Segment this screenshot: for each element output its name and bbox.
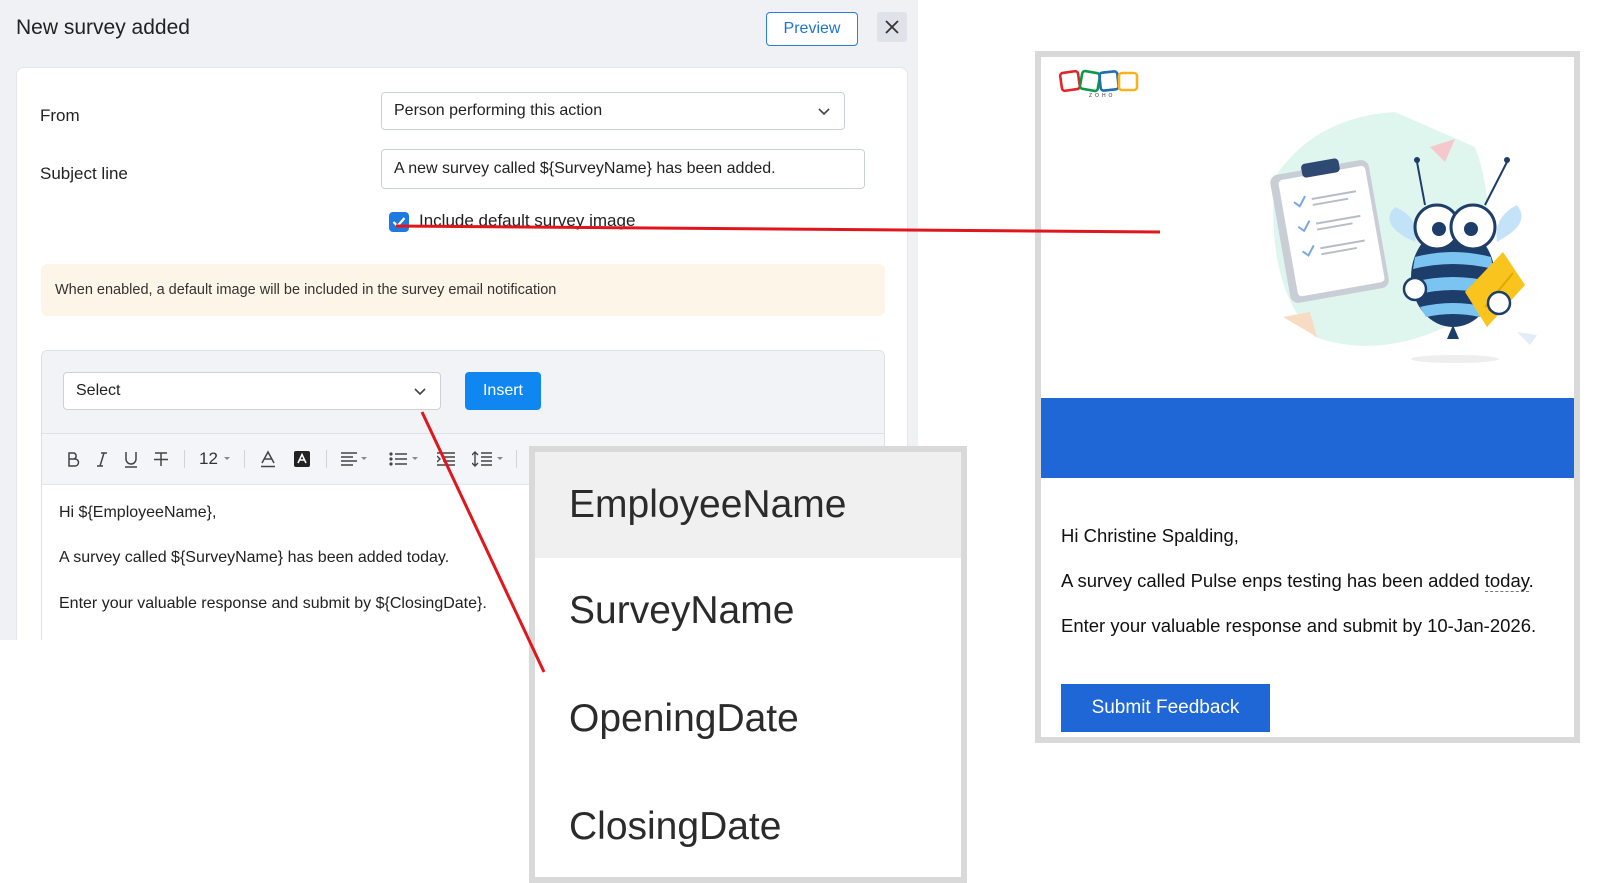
- dialog-title: New survey added: [16, 16, 190, 39]
- survey-illustration: [1270, 112, 1537, 363]
- editor-line-survey[interactable]: A survey called ${SurveyName} has been a…: [59, 549, 449, 567]
- checkmark-icon: [392, 217, 406, 228]
- email-line-today: today: [1484, 570, 1529, 592]
- bold-icon[interactable]: [66, 448, 80, 470]
- font-size-select[interactable]: 12: [199, 448, 232, 470]
- preview-button[interactable]: Preview: [766, 12, 858, 46]
- text-color-icon[interactable]: [260, 448, 276, 470]
- close-icon: [885, 20, 899, 34]
- email-line-deadline: Enter your valuable response and submit …: [1061, 615, 1537, 636]
- include-image-label: Include default survey image: [419, 211, 636, 230]
- subject-input[interactable]: A new survey called ${SurveyName} has be…: [381, 149, 865, 189]
- subject-label: Subject line: [40, 164, 128, 183]
- dropdown-option-surveyname[interactable]: SurveyName: [535, 558, 961, 664]
- chevron-down-icon: [414, 388, 426, 396]
- toolbar-divider: [244, 450, 245, 468]
- placeholder-bar: Select Insert: [42, 351, 884, 434]
- line-height-icon[interactable]: [472, 448, 504, 470]
- from-select[interactable]: Person performing this action: [381, 92, 845, 130]
- dropdown-option-employeename[interactable]: EmployeeName: [535, 452, 961, 558]
- indent-icon[interactable]: [437, 448, 455, 470]
- editor-line-greeting[interactable]: Hi ${EmployeeName},: [59, 504, 216, 522]
- editor-line-closing[interactable]: Enter your valuable response and submit …: [59, 595, 487, 613]
- dropdown-option-closingdate[interactable]: ClosingDate: [535, 774, 961, 880]
- toolbar-divider: [184, 450, 185, 468]
- placeholder-select-value: Select: [76, 382, 121, 399]
- email-greeting: Hi Christine Spalding,: [1061, 525, 1239, 546]
- strikethrough-icon[interactable]: [153, 448, 169, 470]
- email-preview: ZOHO Hi Christine Spalding, A survey cal…: [1035, 51, 1580, 743]
- bullet-list-icon[interactable]: [389, 448, 419, 470]
- close-button[interactable]: [877, 12, 907, 42]
- highlight-color-icon[interactable]: [294, 448, 310, 470]
- font-size-value: 12: [199, 449, 218, 468]
- from-select-value: Person performing this action: [394, 102, 603, 119]
- insert-button[interactable]: Insert: [465, 372, 541, 410]
- toolbar-divider: [516, 450, 517, 468]
- subject-input-value: A new survey called ${SurveyName} has be…: [394, 160, 776, 177]
- email-line-survey-end: .: [1528, 570, 1534, 591]
- placeholder-dropdown-list: EmployeeName SurveyName OpeningDate Clos…: [529, 446, 967, 883]
- underline-icon[interactable]: [124, 448, 138, 470]
- chevron-down-icon: [818, 108, 830, 116]
- include-image-checkbox[interactable]: [389, 212, 409, 232]
- italic-icon[interactable]: [96, 448, 108, 470]
- placeholder-select[interactable]: Select: [63, 372, 441, 410]
- zoho-logo: ZOHO: [1058, 67, 1141, 101]
- email-banner: [1041, 398, 1574, 478]
- from-label: From: [40, 106, 80, 125]
- caret-down-icon: [223, 457, 230, 460]
- dropdown-option-openingdate[interactable]: OpeningDate: [535, 666, 961, 772]
- align-icon[interactable]: [341, 448, 367, 470]
- toolbar-divider: [326, 450, 327, 468]
- zoho-logo-text: ZOHO: [1089, 93, 1116, 99]
- email-line-survey-text: A survey called Pulse enps testing has b…: [1061, 570, 1485, 591]
- submit-feedback-button[interactable]: Submit Feedback: [1061, 684, 1270, 732]
- info-banner: When enabled, a default image will be in…: [41, 264, 885, 316]
- email-line-survey: A survey called Pulse enps testing has b…: [1061, 570, 1534, 592]
